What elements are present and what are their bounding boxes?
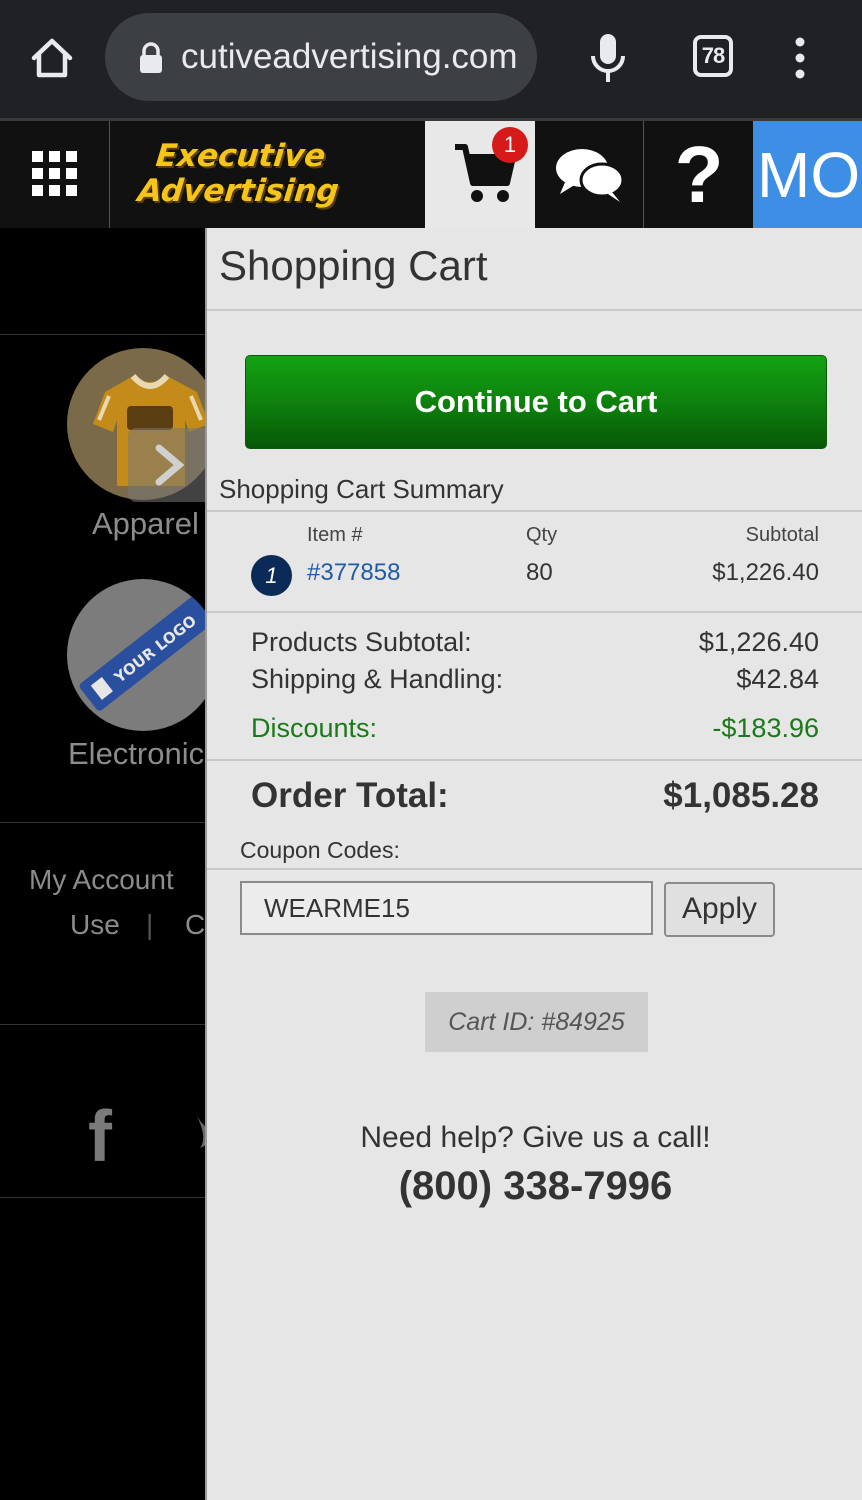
divider — [207, 309, 862, 311]
divider — [207, 510, 862, 512]
discounts-value: -$183.96 — [712, 713, 819, 743]
column-header-subtotal: Subtotal — [745, 524, 819, 546]
carousel-next-button[interactable] — [128, 428, 205, 502]
divider — [207, 759, 862, 761]
question-icon: ? — [674, 130, 724, 219]
home-icon[interactable] — [28, 34, 76, 82]
electronics-image[interactable]: YOUR LOGO — [67, 579, 205, 731]
item-qty: 80 — [526, 559, 553, 586]
order-total-row: Order Total: $1,085.28 — [251, 776, 819, 816]
products-subtotal-value: $1,226.40 — [698, 627, 819, 657]
help-text: Need help? Give us a call! — [360, 1121, 711, 1154]
kebab-menu-icon[interactable] — [792, 37, 808, 79]
item-link[interactable]: #377858 — [307, 559, 400, 587]
logo-line-1: Executive — [154, 138, 328, 174]
apply-coupon-button[interactable]: Apply — [664, 882, 775, 937]
shipping-value: $42.84 — [736, 664, 819, 694]
summary-title: Shopping Cart Summary — [219, 474, 504, 504]
use-link[interactable]: Use — [70, 909, 120, 941]
divider — [207, 868, 862, 870]
cart-id-label: Cart ID: #84925 — [425, 992, 648, 1052]
more-button[interactable]: MO — [753, 121, 862, 228]
order-total-label: Order Total: — [251, 776, 449, 815]
chevron-right-icon — [155, 444, 184, 486]
order-total-value: $1,085.28 — [663, 776, 819, 815]
products-subtotal-row: Products Subtotal: $1,226.40 — [251, 627, 819, 658]
my-account-link[interactable]: My Account — [29, 864, 174, 896]
partial-link[interactable]: C — [185, 909, 205, 941]
chat-icon — [556, 149, 625, 202]
background-page: Apparel YOUR LOGO Electronic My Account … — [0, 228, 205, 1500]
category-label-apparel[interactable]: Apparel — [92, 506, 199, 542]
help-button[interactable]: ? — [645, 121, 753, 228]
usb-drive-image: YOUR LOGO — [79, 594, 205, 711]
shopping-cart-panel: Shopping Cart Continue to Cart Shopping … — [205, 228, 862, 1500]
more-label: MO — [757, 139, 861, 211]
lock-icon — [140, 42, 162, 73]
mic-icon[interactable] — [589, 32, 627, 84]
divider — [207, 611, 862, 613]
site-logo[interactable]: Executive Advertising — [122, 138, 412, 219]
divider — [0, 1197, 205, 1198]
shipping-row: Shipping & Handling: $42.84 — [251, 664, 819, 695]
continue-to-cart-button[interactable]: Continue to Cart — [245, 355, 827, 449]
products-subtotal-label: Products Subtotal: — [251, 627, 472, 657]
column-header-qty: Qty — [526, 524, 558, 546]
category-label-electronics[interactable]: Electronic — [68, 736, 204, 772]
coupon-code-input[interactable] — [240, 881, 653, 935]
chat-button[interactable] — [536, 121, 644, 228]
grid-menu-icon — [32, 151, 77, 196]
link-separator: | — [146, 909, 154, 940]
divider — [0, 334, 205, 335]
cart-count-badge: 1 — [492, 127, 528, 163]
tab-switcher-button[interactable]: 78 — [693, 35, 733, 77]
url-text: cutiveadvertising.com — [181, 37, 518, 76]
menu-grid-button[interactable] — [0, 121, 110, 228]
phone-number[interactable]: (800) 338-7996 — [207, 1164, 862, 1209]
column-header-item: Item # — [307, 524, 363, 546]
address-bar[interactable]: cutiveadvertising.com — [105, 13, 537, 101]
shipping-label: Shipping & Handling: — [251, 664, 504, 694]
divider — [0, 1024, 205, 1025]
item-subtotal: $1,226.40 — [712, 559, 819, 586]
svg-text:YOUR LOGO: YOUR LOGO — [110, 612, 200, 688]
coupon-codes-label: Coupon Codes: — [240, 837, 400, 863]
panel-title: Shopping Cart — [219, 242, 488, 289]
divider — [0, 822, 205, 823]
logo-line-2: Advertising — [136, 173, 341, 209]
browser-toolbar: cutiveadvertising.com 78 — [0, 0, 862, 118]
item-number-badge: 1 — [251, 555, 292, 596]
site-header: Executive Advertising 1 ? MO — [0, 118, 862, 228]
twitter-icon[interactable] — [192, 1108, 205, 1158]
facebook-icon[interactable]: f — [88, 1096, 112, 1178]
discounts-label: Discounts: — [251, 713, 378, 743]
discounts-row: Discounts: -$183.96 — [251, 713, 819, 744]
